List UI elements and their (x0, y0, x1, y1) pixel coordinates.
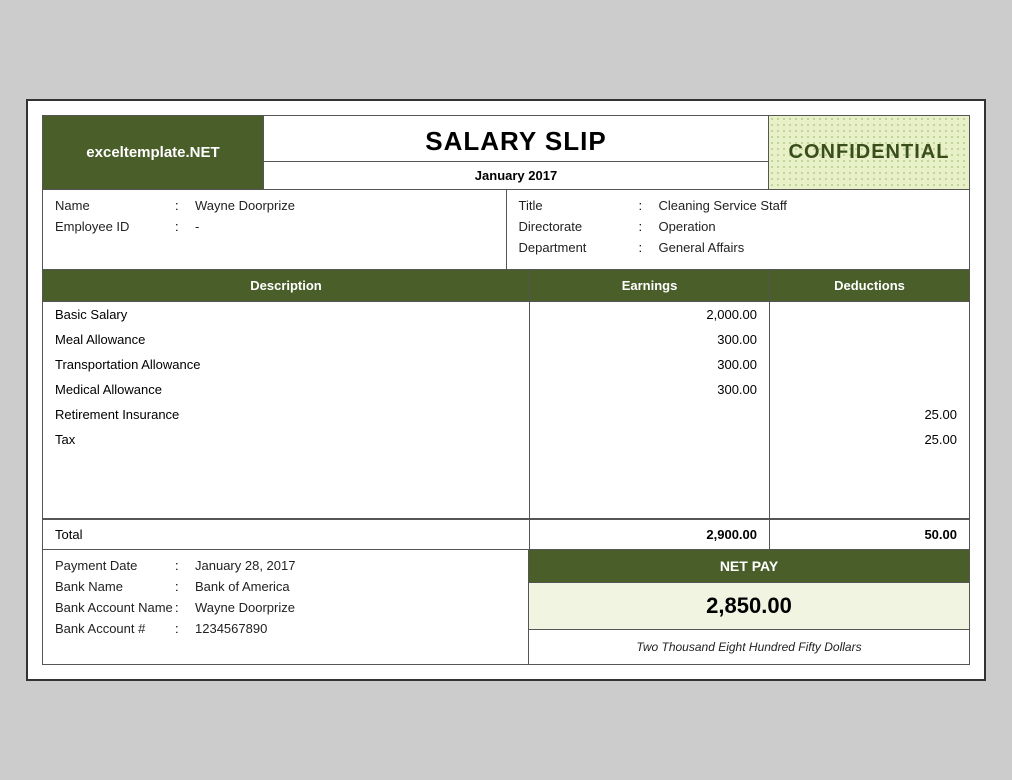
bank-account-num-value: 1234567890 (195, 621, 267, 636)
header-description: Description (43, 270, 529, 301)
bank-account-num-label: Bank Account # (55, 621, 175, 636)
row-deductions-meal-allowance (769, 327, 969, 352)
net-pay-section: NET PAY 2,850.00 Two Thousand Eight Hund… (529, 550, 969, 664)
name-colon: : (175, 198, 195, 213)
row-deductions-basic-salary (769, 302, 969, 327)
salary-slip-page: exceltemplate.NET SALARY SLIP January 20… (26, 99, 986, 681)
info-row-employee-id: Employee ID : - (55, 219, 494, 234)
net-pay-header: NET PAY (529, 550, 969, 583)
bank-name-row: Bank Name : Bank of America (55, 579, 516, 594)
name-label: Name (55, 198, 175, 213)
employee-id-label: Employee ID (55, 219, 175, 234)
payment-date-row: Payment Date : January 28, 2017 (55, 558, 516, 573)
bank-name-label: Bank Name (55, 579, 175, 594)
payment-date-label: Payment Date (55, 558, 175, 573)
table-row: Tax 25.00 (43, 427, 969, 452)
salary-rows: Basic Salary 2,000.00 Meal Allowance 300… (42, 302, 970, 519)
title-label: Title (519, 198, 639, 213)
row-deductions-medical (769, 377, 969, 402)
net-pay-amount: 2,850.00 (529, 583, 969, 630)
logo: exceltemplate.NET (43, 116, 263, 189)
row-desc-retirement: Retirement Insurance (43, 402, 529, 427)
table-row-empty-2 (43, 474, 969, 496)
table-row: Basic Salary 2,000.00 (43, 302, 969, 327)
name-value: Wayne Doorprize (195, 198, 295, 213)
bank-account-num-row: Bank Account # : 1234567890 (55, 621, 516, 636)
table-row: Transportation Allowance 300.00 (43, 352, 969, 377)
total-row: Total 2,900.00 50.00 (42, 519, 970, 550)
department-colon: : (639, 240, 659, 255)
date: January 2017 (264, 161, 768, 189)
payment-info: Payment Date : January 28, 2017 Bank Nam… (43, 550, 529, 664)
directorate-colon: : (639, 219, 659, 234)
payment-date-value: January 28, 2017 (195, 558, 295, 573)
row-desc-medical: Medical Allowance (43, 377, 529, 402)
directorate-label: Directorate (519, 219, 639, 234)
table-row: Medical Allowance 300.00 (43, 377, 969, 402)
directorate-value: Operation (659, 219, 716, 234)
row-deductions-retirement: 25.00 (769, 402, 969, 427)
table-row: Meal Allowance 300.00 (43, 327, 969, 352)
table-row-empty-1 (43, 452, 969, 474)
bank-account-name-row: Bank Account Name : Wayne Doorprize (55, 600, 516, 615)
title: SALARY SLIP (264, 116, 768, 161)
bank-account-name-label: Bank Account Name (55, 600, 175, 615)
title-value: Cleaning Service Staff (659, 198, 787, 213)
total-earnings: 2,900.00 (529, 520, 769, 549)
department-value: General Affairs (659, 240, 745, 255)
total-deductions: 50.00 (769, 520, 969, 549)
row-desc-tax: Tax (43, 427, 529, 452)
employee-info-right: Title : Cleaning Service Staff Directora… (506, 190, 970, 269)
row-earnings-tax (529, 427, 769, 452)
row-deductions-transportation (769, 352, 969, 377)
bank-name-value: Bank of America (195, 579, 290, 594)
confidential-badge: CONFIDENTIAL (769, 116, 969, 189)
total-label: Total (43, 520, 529, 549)
info-row-title: Title : Cleaning Service Staff (519, 198, 958, 213)
info-row-department: Department : General Affairs (519, 240, 958, 255)
net-pay-words: Two Thousand Eight Hundred Fifty Dollars (529, 630, 969, 664)
row-earnings-medical: 300.00 (529, 377, 769, 402)
department-label: Department (519, 240, 639, 255)
title-colon: : (639, 198, 659, 213)
header-earnings: Earnings (529, 270, 769, 301)
row-earnings-retirement (529, 402, 769, 427)
header-deductions: Deductions (769, 270, 969, 301)
row-earnings-basic-salary: 2,000.00 (529, 302, 769, 327)
employee-id-value: - (195, 219, 199, 234)
row-earnings-transportation: 300.00 (529, 352, 769, 377)
bottom-section: Payment Date : January 28, 2017 Bank Nam… (42, 550, 970, 665)
header-center: SALARY SLIP January 2017 (263, 116, 769, 189)
info-row-name: Name : Wayne Doorprize (55, 198, 494, 213)
table-header: Description Earnings Deductions (42, 270, 970, 302)
row-desc-basic-salary: Basic Salary (43, 302, 529, 327)
row-desc-meal-allowance: Meal Allowance (43, 327, 529, 352)
employee-id-colon: : (175, 219, 195, 234)
row-earnings-meal-allowance: 300.00 (529, 327, 769, 352)
header: exceltemplate.NET SALARY SLIP January 20… (42, 115, 970, 190)
table-row: Retirement Insurance 25.00 (43, 402, 969, 427)
info-row-directorate: Directorate : Operation (519, 219, 958, 234)
row-desc-transportation: Transportation Allowance (43, 352, 529, 377)
employee-info: Name : Wayne Doorprize Employee ID : - T… (42, 190, 970, 270)
row-deductions-tax: 25.00 (769, 427, 969, 452)
employee-info-left: Name : Wayne Doorprize Employee ID : - (43, 190, 506, 269)
table-row-empty-3 (43, 496, 969, 518)
bank-account-name-value: Wayne Doorprize (195, 600, 295, 615)
